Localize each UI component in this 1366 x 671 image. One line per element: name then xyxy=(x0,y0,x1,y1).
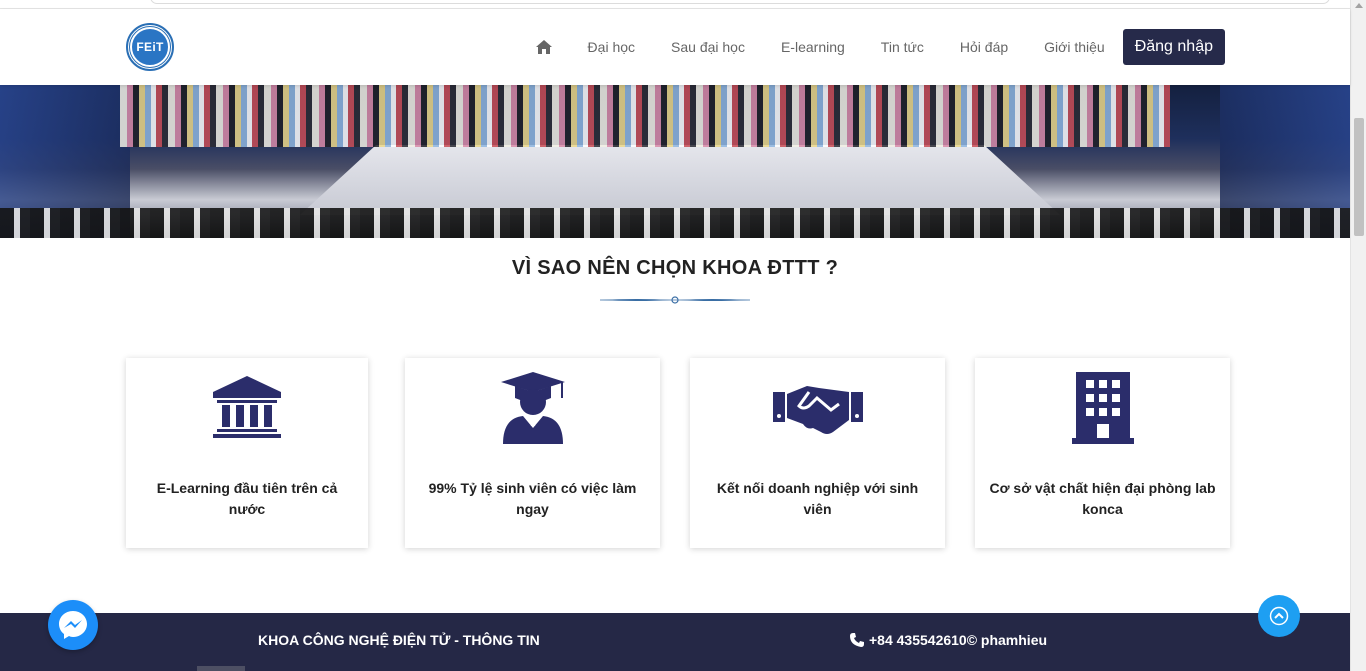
stage-floor xyxy=(300,145,1060,215)
chevron-up-icon xyxy=(1269,606,1289,626)
browser-top-strip xyxy=(0,0,1350,9)
messenger-icon xyxy=(59,611,87,639)
nav-e-learning[interactable]: E-learning xyxy=(781,39,845,55)
handshake-icon xyxy=(772,386,863,434)
building-icon xyxy=(1071,372,1134,444)
feature-card-business: Kết nối doanh nghiệp với sinh viên xyxy=(690,358,945,548)
scroll-to-top-button[interactable] xyxy=(1258,595,1300,637)
footer-faculty-name: KHOA CÔNG NGHỆ ĐIỆN TỬ - THÔNG TIN xyxy=(258,632,540,648)
footer-contact: +84 435542610© phamhieu xyxy=(850,632,1047,648)
phone-icon xyxy=(850,633,864,647)
title-divider xyxy=(600,296,750,304)
footer-contact-text: +84 435542610© phamhieu xyxy=(869,632,1048,648)
hero-banner-image xyxy=(0,85,1350,238)
university-icon xyxy=(213,376,281,438)
feature-card-text: 99% Tỷ lệ sinh viên có việc làm ngay xyxy=(428,480,637,517)
scrollbar-thumb[interactable] xyxy=(1354,118,1364,236)
vertical-scrollbar[interactable] xyxy=(1350,0,1366,671)
nav-sau-dai-hoc[interactable]: Sau đại học xyxy=(671,39,745,55)
feature-card-facilities: Cơ sở vật chất hiện đại phòng lab konca xyxy=(975,358,1230,548)
scroll-up-arrow-icon[interactable] xyxy=(1355,3,1363,8)
feature-card-elearning: E-Learning đầu tiên trên cả nước xyxy=(126,358,368,548)
nav-dai-hoc[interactable]: Đại học xyxy=(588,39,635,55)
main-nav: Đại học Sau đại học E-learning Tin tức H… xyxy=(535,29,1225,65)
graduate-icon xyxy=(500,372,565,444)
feit-logo[interactable]: FEiT xyxy=(126,23,174,71)
audience xyxy=(0,208,1350,238)
login-button[interactable]: Đăng nhập xyxy=(1122,29,1225,65)
feature-card-text: E-Learning đầu tiên trên cả nước xyxy=(156,480,338,517)
nav-hoi-dap[interactable]: Hỏi đáp xyxy=(960,39,1008,55)
nav-tin-tuc[interactable]: Tin tức xyxy=(881,39,924,55)
feature-card-employment: 99% Tỷ lệ sinh viên có việc làm ngay xyxy=(405,358,660,548)
footer-bottom-marker xyxy=(197,666,245,671)
site-header: FEiT Đại học Sau đại học E-learning Tin … xyxy=(0,9,1350,85)
messenger-chat-button[interactable] xyxy=(48,600,98,650)
graduates-row xyxy=(120,85,1170,147)
address-bar-edge xyxy=(150,0,1330,4)
logo-text: FEiT xyxy=(129,26,171,68)
section-title: VÌ SAO NÊN CHỌN KHOA ĐTTT ? xyxy=(511,257,839,279)
feature-card-text: Kết nối doanh nghiệp với sinh viên xyxy=(716,480,919,517)
nav-gioi-thieu[interactable]: Giới thiệu xyxy=(1044,39,1105,55)
site-footer: KHOA CÔNG NGHỆ ĐIỆN TỬ - THÔNG TIN +84 4… xyxy=(0,613,1350,671)
home-icon[interactable] xyxy=(535,40,552,54)
feature-card-text: Cơ sở vật chất hiện đại phòng lab konca xyxy=(989,480,1216,517)
